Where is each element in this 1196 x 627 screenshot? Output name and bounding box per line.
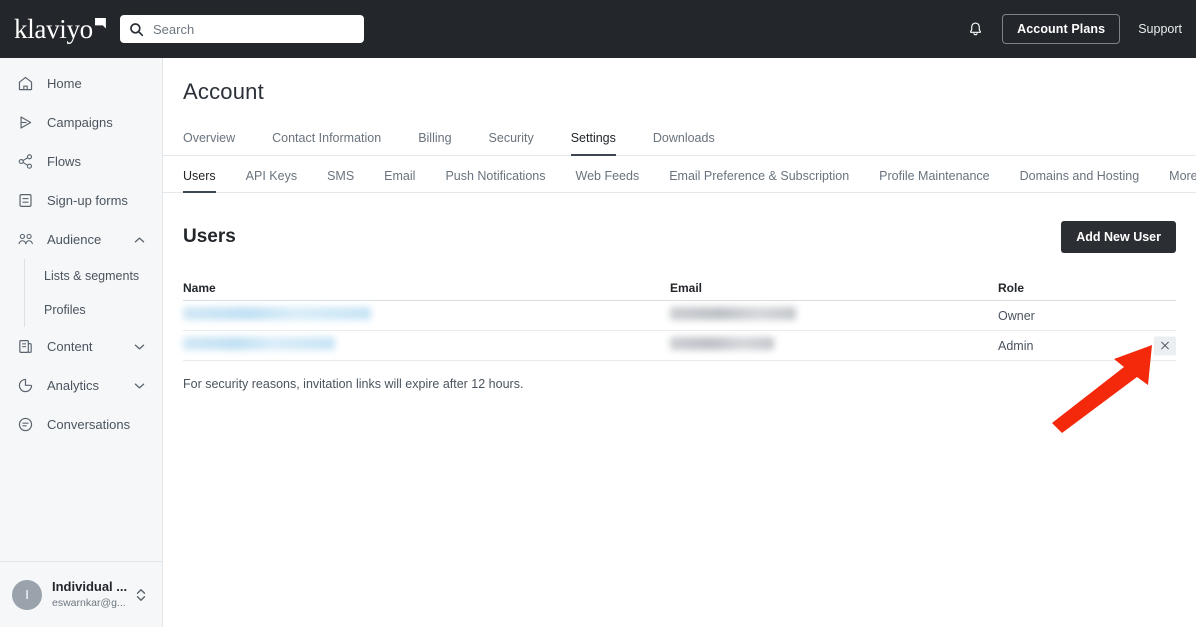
avatar: I bbox=[12, 579, 42, 610]
logo-text: klaviyo bbox=[14, 13, 93, 44]
subtab-email[interactable]: Email bbox=[384, 169, 415, 193]
support-link[interactable]: Support bbox=[1138, 22, 1182, 36]
main-content: Account Overview Contact Information Bil… bbox=[163, 58, 1196, 627]
content-icon bbox=[15, 338, 36, 355]
column-header-role: Role bbox=[998, 281, 1025, 295]
chevron-down-icon[interactable] bbox=[134, 343, 145, 351]
redacted-email bbox=[670, 306, 796, 320]
flag-icon bbox=[94, 17, 106, 29]
account-email: eswarnkar@g... bbox=[52, 596, 126, 609]
analytics-icon bbox=[15, 377, 36, 394]
sidebar-item-label: Sign-up forms bbox=[47, 193, 128, 208]
sidebar-item-profiles[interactable]: Profiles bbox=[25, 293, 162, 327]
account-plans-button[interactable]: Account Plans bbox=[1002, 14, 1121, 44]
sidebar-item-analytics[interactable]: Analytics bbox=[0, 366, 162, 405]
tab-downloads[interactable]: Downloads bbox=[653, 131, 715, 156]
redacted-name bbox=[183, 306, 371, 320]
search-input[interactable] bbox=[151, 16, 341, 42]
sidebar-item-content[interactable]: Content bbox=[0, 327, 162, 366]
column-header-name: Name bbox=[183, 281, 216, 295]
account-switcher[interactable]: I Individual ... eswarnkar@g... bbox=[0, 561, 162, 627]
tab-billing[interactable]: Billing bbox=[418, 131, 451, 156]
subtab-more-label: More bbox=[1169, 169, 1196, 183]
users-table: Name Email Role Owner Admin bbox=[183, 276, 1176, 361]
tab-contact-information[interactable]: Contact Information bbox=[272, 131, 381, 156]
close-x-icon bbox=[1160, 338, 1170, 353]
remove-user-button[interactable] bbox=[1154, 336, 1176, 355]
sidebar-item-campaigns[interactable]: Campaigns bbox=[0, 103, 162, 142]
send-icon bbox=[15, 114, 36, 131]
sidebar-item-label: Analytics bbox=[47, 378, 100, 393]
sidebar-item-conversations[interactable]: Conversations bbox=[0, 405, 162, 444]
sidebar-item-label: Flows bbox=[47, 154, 81, 169]
tab-overview[interactable]: Overview bbox=[183, 131, 235, 156]
user-role-cell: Owner bbox=[998, 308, 1035, 323]
secondary-tabs: Users API Keys SMS Email Push Notificati… bbox=[163, 156, 1196, 193]
sidebar-item-flows[interactable]: Flows bbox=[0, 142, 162, 181]
top-bar-actions: Account Plans Support bbox=[967, 0, 1182, 58]
subtab-web-feeds[interactable]: Web Feeds bbox=[576, 169, 640, 193]
people-icon bbox=[15, 231, 36, 248]
primary-tabs: Overview Contact Information Billing Sec… bbox=[163, 116, 1196, 156]
table-header-row: Name Email Role bbox=[183, 276, 1176, 301]
sidebar: Home Campaigns Flows Sign-up forms Audie… bbox=[0, 58, 163, 627]
chevron-down-icon[interactable] bbox=[134, 382, 145, 390]
subtab-email-preference[interactable]: Email Preference & Subscription bbox=[669, 169, 849, 193]
search-box[interactable] bbox=[120, 15, 364, 43]
subtab-push-notifications[interactable]: Push Notifications bbox=[445, 169, 545, 193]
home-icon bbox=[15, 75, 36, 92]
table-row: Owner bbox=[183, 301, 1176, 331]
security-note: For security reasons, invitation links w… bbox=[183, 377, 524, 391]
top-bar: klaviyo Account Plans Support bbox=[0, 0, 1196, 58]
subtab-more[interactable]: More▼ bbox=[1169, 169, 1196, 193]
bell-icon[interactable] bbox=[967, 21, 984, 38]
redacted-name bbox=[183, 336, 335, 350]
sidebar-item-label: Audience bbox=[47, 232, 102, 247]
users-section-header: Users Add New User bbox=[163, 221, 1196, 253]
sidebar-item-lists-segments[interactable]: Lists & segments bbox=[25, 259, 162, 293]
user-name-cell[interactable] bbox=[183, 336, 670, 355]
subtab-profile-maintenance[interactable]: Profile Maintenance bbox=[879, 169, 989, 193]
redacted-email bbox=[670, 336, 774, 350]
form-icon bbox=[15, 192, 36, 209]
conversations-icon bbox=[15, 416, 36, 433]
user-email-cell bbox=[670, 336, 998, 355]
search-icon bbox=[129, 22, 144, 37]
chevron-up-icon[interactable] bbox=[134, 236, 145, 244]
user-email-cell bbox=[670, 306, 998, 325]
account-name: Individual ... bbox=[52, 579, 128, 595]
table-row: Admin bbox=[183, 331, 1176, 361]
audience-subnav: Lists & segments Profiles bbox=[24, 259, 162, 327]
sidebar-item-label: Content bbox=[47, 339, 93, 354]
section-title: Users bbox=[183, 226, 236, 247]
add-new-user-button[interactable]: Add New User bbox=[1061, 221, 1176, 253]
sidebar-item-label: Conversations bbox=[47, 417, 131, 432]
chevron-updown-icon[interactable] bbox=[135, 587, 147, 603]
sidebar-item-label: Campaigns bbox=[47, 115, 113, 130]
subtab-api-keys[interactable]: API Keys bbox=[246, 169, 297, 193]
sidebar-item-signup-forms[interactable]: Sign-up forms bbox=[0, 181, 162, 220]
sidebar-item-home[interactable]: Home bbox=[0, 64, 162, 103]
user-name-cell[interactable] bbox=[183, 306, 670, 325]
sidebar-item-audience[interactable]: Audience bbox=[0, 220, 162, 259]
column-header-email: Email bbox=[670, 281, 703, 295]
account-info: Individual ... eswarnkar@g... bbox=[52, 579, 127, 609]
sidebar-item-label: Home bbox=[47, 76, 82, 91]
subtab-domains-and-hosting[interactable]: Domains and Hosting bbox=[1020, 169, 1140, 193]
tab-settings[interactable]: Settings bbox=[570, 131, 616, 156]
subtab-users[interactable]: Users bbox=[183, 169, 216, 193]
subtab-sms[interactable]: SMS bbox=[327, 169, 354, 193]
user-role-cell: Admin bbox=[998, 338, 1034, 353]
page-title: Account bbox=[183, 79, 264, 104]
tab-security[interactable]: Security bbox=[489, 131, 534, 156]
klaviyo-logo[interactable]: klaviyo bbox=[14, 14, 110, 45]
flows-icon bbox=[15, 153, 36, 170]
